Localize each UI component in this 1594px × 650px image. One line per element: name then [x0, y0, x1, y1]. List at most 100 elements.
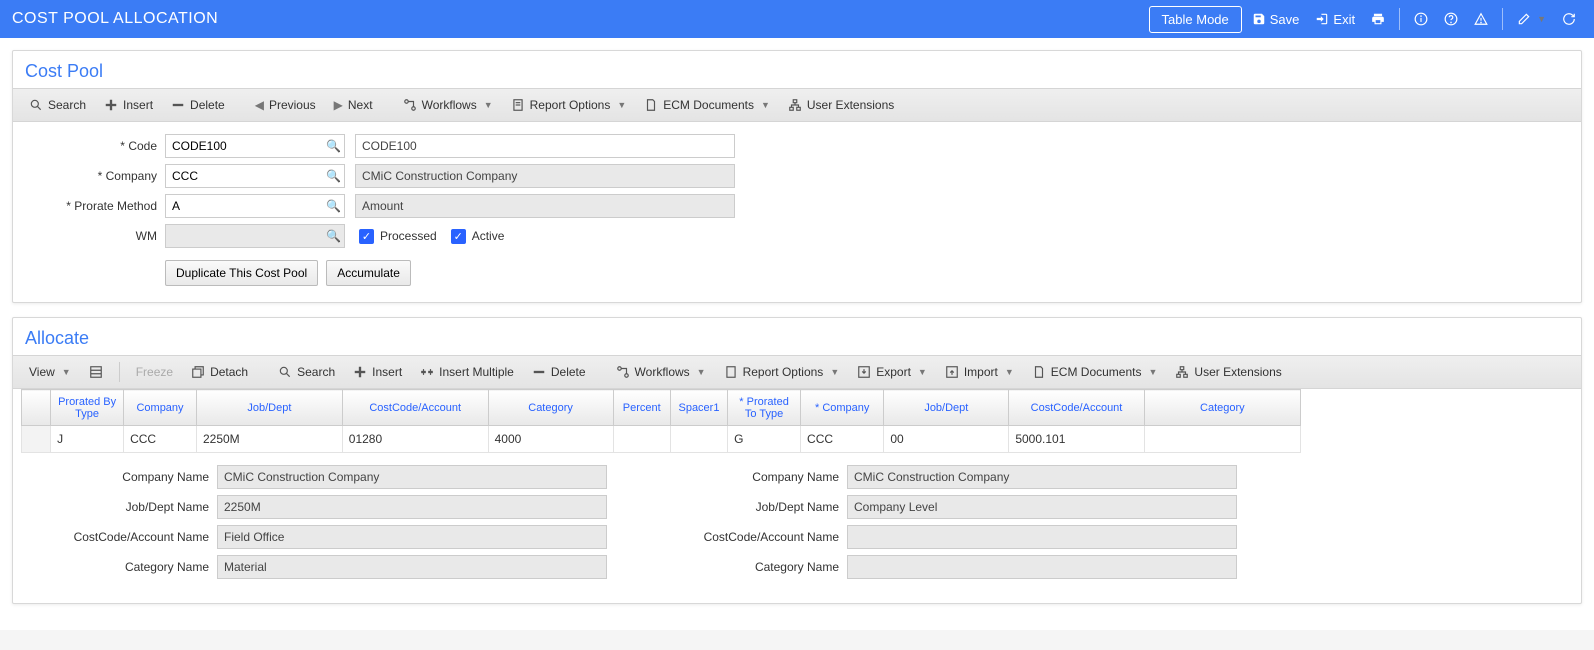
user-extensions-button[interactable]: User Extensions	[780, 93, 902, 117]
refresh-icon	[1562, 12, 1576, 26]
col-spacer1[interactable]: Spacer1	[670, 390, 727, 426]
col-costcode[interactable]: CostCode/Account	[342, 390, 488, 426]
cell-job-dept2[interactable]: 00	[884, 426, 1009, 453]
cost-pool-panel: Cost Pool Search Insert Delete ◀Previous…	[12, 50, 1582, 303]
wm-input[interactable]	[165, 224, 345, 248]
active-checkbox[interactable]: ✓ Active	[451, 229, 505, 244]
chevron-down-icon: ▼	[62, 367, 71, 377]
alloc-report-button[interactable]: Report Options▼	[716, 360, 848, 384]
exit-label: Exit	[1333, 12, 1355, 27]
delete-button[interactable]: Delete	[163, 93, 233, 117]
exit-button[interactable]: Exit	[1309, 8, 1361, 31]
insert-multiple-button[interactable]: Insert Multiple	[412, 360, 522, 384]
left-company-name-label: Company Name	[37, 470, 217, 484]
active-label: Active	[472, 229, 505, 243]
company-label: Company	[25, 169, 165, 183]
previous-button[interactable]: ◀Previous	[247, 93, 324, 117]
edit-grid-button[interactable]	[81, 360, 111, 384]
cell-costcode[interactable]: 01280	[342, 426, 488, 453]
notes-button[interactable]: ▼	[1511, 8, 1552, 30]
print-button[interactable]	[1365, 8, 1391, 30]
insert-icon	[353, 365, 367, 379]
insert-multiple-icon	[420, 365, 434, 379]
alloc-ecm-button[interactable]: ECM Documents▼	[1024, 360, 1166, 384]
col-company2[interactable]: Company	[801, 390, 884, 426]
col-category2[interactable]: Category	[1144, 390, 1300, 426]
code-input[interactable]	[165, 134, 345, 158]
alloc-workflows-button[interactable]: Workflows▼	[608, 360, 714, 384]
alert-button[interactable]	[1468, 8, 1494, 30]
col-prorated-to-type[interactable]: Prorated To Type	[728, 390, 801, 426]
cell-category[interactable]: 4000	[488, 426, 613, 453]
alloc-search-button[interactable]: Search	[270, 360, 343, 384]
col-company[interactable]: Company	[124, 390, 197, 426]
alloc-delete-button[interactable]: Delete	[524, 360, 594, 384]
alloc-user-ext-button[interactable]: User Extensions	[1167, 360, 1289, 384]
import-icon	[945, 365, 959, 379]
cell-costcode2[interactable]: 5000.101	[1009, 426, 1144, 453]
cell-company[interactable]: CCC	[124, 426, 197, 453]
prorate-input[interactable]	[165, 194, 345, 218]
info-button[interactable]	[1408, 8, 1434, 30]
code-lov[interactable]: 🔍	[165, 134, 345, 158]
code-label: Code	[25, 139, 165, 153]
lov-search-icon[interactable]: 🔍	[326, 139, 341, 153]
refresh-button[interactable]	[1556, 8, 1582, 30]
export-button[interactable]: Export▼	[849, 360, 935, 384]
allocate-details: Company Name Job/Dept Name CostCode/Acco…	[13, 453, 1581, 603]
row-selector[interactable]	[22, 426, 51, 453]
app-header: COST POOL ALLOCATION Table Mode Save Exi…	[0, 0, 1594, 38]
col-prorated-by-type[interactable]: Prorated By Type	[51, 390, 124, 426]
processed-checkbox[interactable]: ✓ Processed	[359, 229, 437, 244]
table-mode-button[interactable]: Table Mode	[1149, 6, 1242, 33]
help-button[interactable]	[1438, 8, 1464, 30]
ecm-documents-button[interactable]: ECM Documents▼	[636, 93, 778, 117]
allocate-table: Prorated By Type Company Job/Dept CostCo…	[21, 389, 1301, 453]
wm-lov[interactable]: 🔍	[165, 224, 345, 248]
checkbox-checked-icon: ✓	[359, 229, 374, 244]
col-percent[interactable]: Percent	[613, 390, 670, 426]
detach-button[interactable]: Detach	[183, 360, 256, 384]
table-row[interactable]: J CCC 2250M 01280 4000 G CCC 00 5000.101	[22, 426, 1301, 453]
detach-icon	[191, 365, 205, 379]
cell-prorated-to-type[interactable]: G	[728, 426, 801, 453]
save-button[interactable]: Save	[1246, 8, 1306, 31]
insert-button[interactable]: Insert	[96, 93, 161, 117]
accumulate-button[interactable]: Accumulate	[326, 260, 411, 286]
lov-search-icon[interactable]: 🔍	[326, 199, 341, 213]
company-lov[interactable]: 🔍	[165, 164, 345, 188]
workflow-icon	[616, 365, 630, 379]
col-costcode2[interactable]: CostCode/Account	[1009, 390, 1144, 426]
save-label: Save	[1270, 12, 1300, 27]
col-job-dept2[interactable]: Job/Dept	[884, 390, 1009, 426]
arrow-left-icon: ◀	[255, 98, 264, 112]
import-button[interactable]: Import▼	[937, 360, 1022, 384]
workflows-button[interactable]: Workflows▼	[395, 93, 501, 117]
alloc-insert-button[interactable]: Insert	[345, 360, 410, 384]
duplicate-button[interactable]: Duplicate This Cost Pool	[165, 260, 318, 286]
company-input[interactable]	[165, 164, 345, 188]
cell-company2[interactable]: CCC	[801, 426, 884, 453]
cell-percent[interactable]	[613, 426, 670, 453]
cell-category2[interactable]	[1144, 426, 1300, 453]
prorate-lov[interactable]: 🔍	[165, 194, 345, 218]
report-options-button[interactable]: Report Options▼	[503, 93, 635, 117]
search-button[interactable]: Search	[21, 93, 94, 117]
col-job-dept[interactable]: Job/Dept	[196, 390, 342, 426]
separator	[1502, 8, 1503, 30]
lov-search-icon[interactable]: 🔍	[326, 229, 341, 243]
cell-prorated-by-type[interactable]: J	[51, 426, 124, 453]
lov-search-icon[interactable]: 🔍	[326, 169, 341, 183]
right-company-name	[847, 465, 1237, 489]
allocate-table-wrap: Prorated By Type Company Job/Dept CostCo…	[21, 389, 1573, 453]
right-company-name-label: Company Name	[667, 470, 847, 484]
cell-job-dept[interactable]: 2250M	[196, 426, 342, 453]
left-jobdept-name-label: Job/Dept Name	[37, 500, 217, 514]
freeze-button[interactable]: Freeze	[128, 360, 181, 384]
help-icon	[1444, 12, 1458, 26]
next-button[interactable]: ▶Next	[326, 93, 381, 117]
col-category[interactable]: Category	[488, 390, 613, 426]
view-button[interactable]: View▼	[21, 360, 79, 384]
delete-icon	[532, 365, 546, 379]
cell-spacer1[interactable]	[670, 426, 727, 453]
